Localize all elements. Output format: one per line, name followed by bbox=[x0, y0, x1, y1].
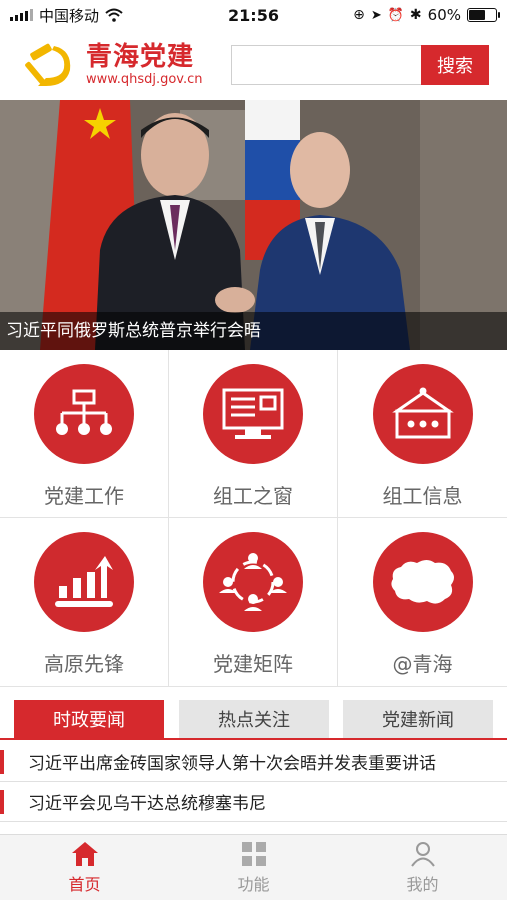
grid-item-party-work[interactable]: 党建工作 bbox=[0, 350, 169, 518]
grid-item-org-window[interactable]: 组工之窗 bbox=[169, 350, 338, 518]
site-url: www.qhsdj.gov.cn bbox=[86, 72, 203, 87]
user-icon bbox=[410, 841, 435, 867]
grid-item-plateau-pioneer[interactable]: 高原先锋 bbox=[0, 518, 169, 687]
nav-functions[interactable]: 功能 bbox=[169, 835, 338, 900]
lock-rotation-icon: ⊕ bbox=[353, 7, 365, 23]
alarm-icon: ⏰ bbox=[387, 7, 404, 23]
grid-item-party-matrix[interactable]: 党建矩阵 bbox=[169, 518, 338, 687]
battery-percent: 60% bbox=[427, 6, 461, 24]
search-input[interactable] bbox=[231, 45, 421, 85]
grid-item-label: 党建矩阵 bbox=[213, 652, 293, 676]
grid-item-label: 党建工作 bbox=[44, 484, 124, 508]
carrier-label: 中国移动 bbox=[39, 6, 100, 25]
tab-politics[interactable]: 时政要闻 bbox=[14, 700, 164, 738]
feature-grid: 党建工作 组工之窗 组工信息 高原先锋 党建矩阵 @青海 bbox=[0, 350, 507, 687]
network-people-icon bbox=[203, 532, 303, 632]
site-title: 青海党建 bbox=[86, 42, 195, 72]
banner-caption: 习近平同俄罗斯总统普京举行会晤 bbox=[0, 312, 507, 350]
news-item[interactable]: 习近平会见乌干达总统穆塞韦尼 bbox=[0, 782, 507, 822]
grid-item-label: 组工之窗 bbox=[213, 484, 293, 508]
grid-item-label: 组工信息 bbox=[382, 484, 463, 508]
tab-party-news[interactable]: 党建新闻 bbox=[343, 700, 493, 738]
header: 青海党建 www.qhsdj.gov.cn 搜索 bbox=[0, 30, 507, 100]
info-board-icon bbox=[372, 364, 473, 464]
location-icon: ➤ bbox=[370, 7, 382, 23]
monitor-icon bbox=[203, 364, 303, 464]
grid-icon bbox=[241, 841, 266, 866]
site-logo[interactable]: 青海党建 www.qhsdj.gov.cn bbox=[24, 40, 203, 90]
grid-item-label: 高原先锋 bbox=[44, 652, 124, 676]
tab-hot-topics[interactable]: 热点关注 bbox=[179, 700, 329, 738]
bluetooth-icon: ✱ bbox=[409, 7, 422, 23]
news-headline: 习近平出席金砖国家领导人第十次会晤并发表重要讲话 bbox=[28, 754, 436, 774]
qinghai-map-icon bbox=[372, 532, 473, 632]
nav-home-label: 首页 bbox=[68, 874, 101, 894]
bottom-nav: 首页 功能 我的 bbox=[0, 834, 507, 900]
home-icon bbox=[71, 841, 98, 866]
news-tabs: 时政要闻 热点关注 党建新闻 bbox=[0, 700, 507, 740]
search-button[interactable]: 搜索 bbox=[421, 45, 489, 85]
news-banner[interactable]: 习近平同俄罗斯总统普京举行会晤 bbox=[0, 100, 507, 350]
news-list: 习近平出席金砖国家领导人第十次会晤并发表重要讲话 习近平会见乌干达总统穆塞韦尼 bbox=[0, 742, 507, 834]
grid-item-label: @青海 bbox=[392, 652, 453, 676]
org-chart-icon bbox=[34, 364, 134, 464]
status-bar: 中国移动 21:56 ⊕ ➤ ⏰ ✱ 60% bbox=[0, 0, 507, 30]
nav-functions-label: 功能 bbox=[237, 874, 270, 894]
battery-icon bbox=[467, 8, 500, 22]
news-headline: 习近平会见乌干达总统穆塞韦尼 bbox=[28, 794, 266, 814]
signal-icon bbox=[10, 9, 33, 21]
grid-item-at-qinghai[interactable]: @青海 bbox=[338, 518, 507, 687]
growth-chart-icon bbox=[34, 532, 134, 632]
nav-mine-label: 我的 bbox=[406, 874, 439, 894]
nav-mine[interactable]: 我的 bbox=[338, 835, 507, 900]
nav-home[interactable]: 首页 bbox=[0, 835, 169, 900]
search-bar: 搜索 bbox=[231, 45, 489, 85]
news-item[interactable]: 习近平出席金砖国家领导人第十次会晤并发表重要讲话 bbox=[0, 742, 507, 782]
party-emblem-icon bbox=[25, 43, 71, 86]
grid-item-org-info[interactable]: 组工信息 bbox=[338, 350, 507, 518]
wifi-icon bbox=[105, 8, 123, 22]
